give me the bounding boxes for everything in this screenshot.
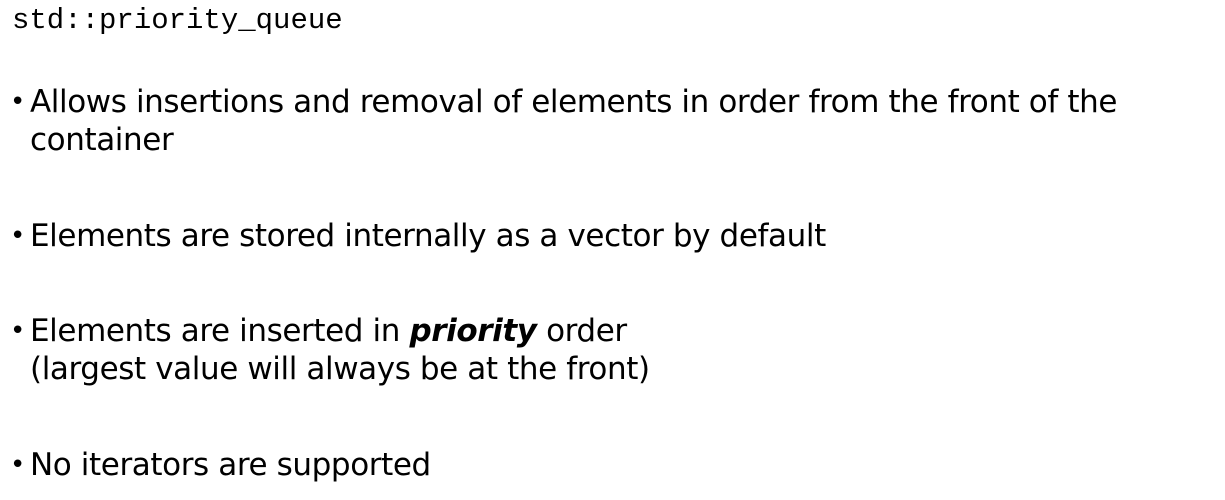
slide: std::priority_queue • Allows insertions … xyxy=(0,0,1225,500)
bullet-text: No iterators are supported xyxy=(30,447,431,483)
bullet-marker: • xyxy=(10,221,26,251)
bullet-text: Elements are inserted in priority order(… xyxy=(30,312,1220,388)
slide-title: std::priority_queue xyxy=(12,4,343,37)
bullet-text-second-line: (largest value will always be at the fro… xyxy=(30,351,650,387)
bullet-marker: • xyxy=(10,450,26,480)
bullet-text-suffix: order xyxy=(536,313,627,349)
bullet-item-iterators: • No iterators are supported xyxy=(10,446,1220,484)
bullet-text: Elements are stored internally as a vect… xyxy=(30,218,826,254)
bullet-item-storage: • Elements are stored internally as a ve… xyxy=(10,217,1220,255)
bullet-marker: • xyxy=(10,316,26,346)
bullet-text: Allows insertions and removal of element… xyxy=(30,84,1117,158)
bullet-item-priority-order: • Elements are inserted in priority orde… xyxy=(10,312,1220,388)
priority-emphasis: priority xyxy=(409,313,537,349)
bullet-item-insertions-removal: • Allows insertions and removal of eleme… xyxy=(10,83,1220,159)
bullet-text-prefix: Elements are inserted in xyxy=(30,313,410,349)
bullet-marker: • xyxy=(10,87,26,117)
